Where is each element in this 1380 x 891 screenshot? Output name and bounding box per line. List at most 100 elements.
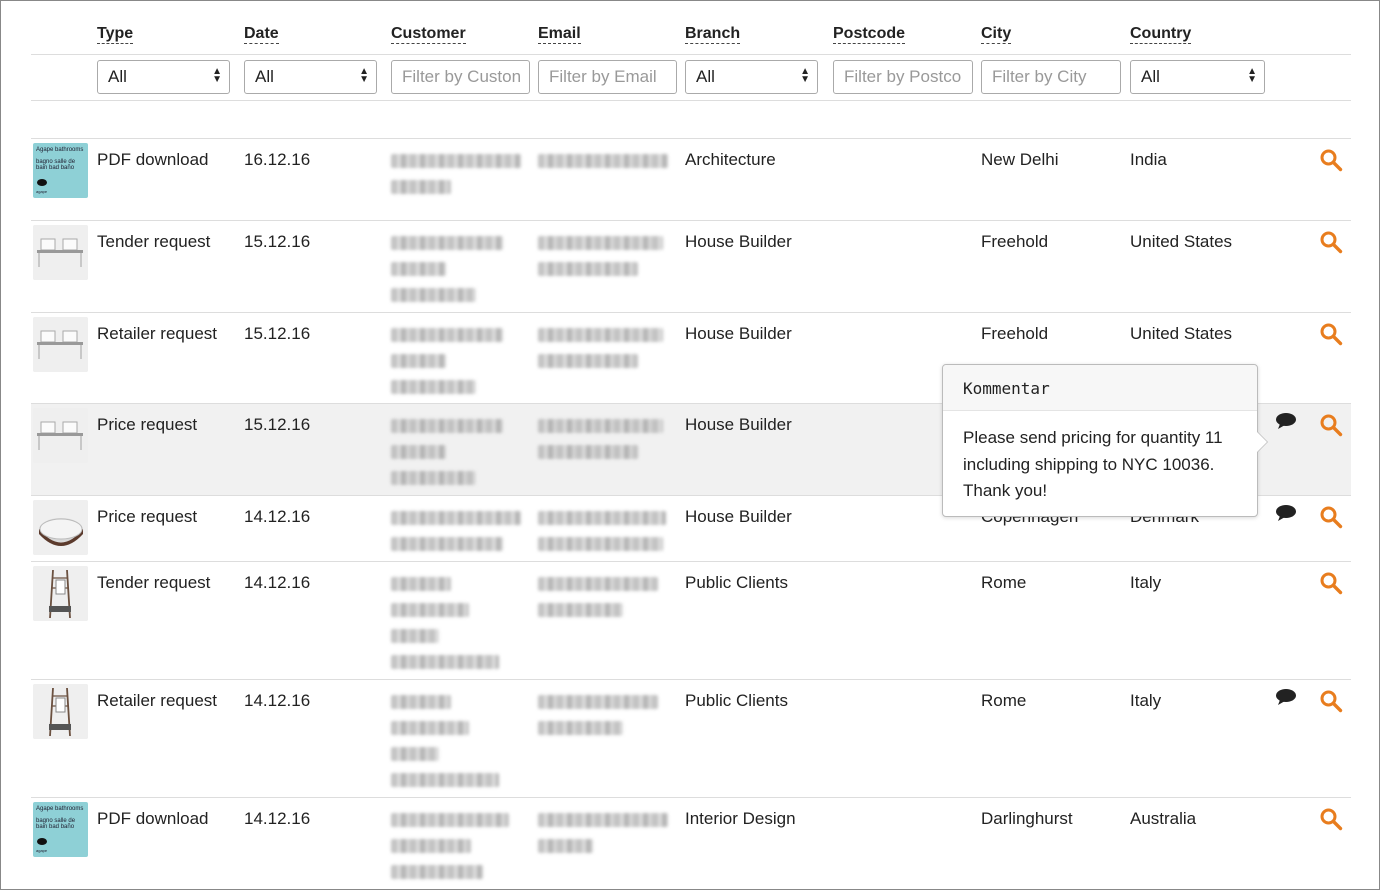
select-arrows-icon: ▲ ▼: [1247, 66, 1257, 85]
row-date: 15.12.16: [244, 415, 311, 434]
tooltip-line: including shipping to NYC 10036.: [963, 454, 1215, 474]
row-country: India: [1130, 150, 1167, 169]
row-email-redacted: [538, 149, 668, 180]
search-icon[interactable]: [1319, 571, 1343, 595]
ladder-thumbnail[interactable]: [33, 684, 88, 739]
row-country: Australia: [1130, 809, 1197, 828]
row-email-redacted: [538, 506, 668, 563]
row-customer-redacted: [391, 231, 521, 314]
row-customer-redacted: [391, 414, 521, 497]
row-type: Tender request: [97, 573, 211, 592]
tooltip-body: Please send pricing for quantity 11 incl…: [943, 411, 1257, 519]
row-branch: House Builder: [685, 232, 792, 251]
select-arrows-icon: ▲ ▼: [212, 66, 222, 85]
search-icon[interactable]: [1319, 413, 1343, 437]
row-email-redacted: [538, 231, 668, 288]
brochure-logo: agape: [36, 189, 48, 194]
date-filter-value: All: [255, 67, 274, 86]
row-email-redacted: [538, 414, 668, 471]
customer-filter-input[interactable]: Filter by Custon: [391, 60, 530, 94]
row-city: Darlinghurst: [981, 809, 1073, 828]
search-icon[interactable]: [1319, 230, 1343, 254]
brochure-subtitle: bagno salle de bain bad baño: [36, 818, 76, 830]
row-type: PDF download: [97, 150, 209, 169]
column-header-date[interactable]: Date: [244, 25, 279, 44]
row-customer-redacted: [391, 690, 521, 799]
row-branch: House Builder: [685, 324, 792, 343]
column-header-postcode[interactable]: Postcode: [833, 25, 906, 44]
basin-thumbnail[interactable]: [33, 317, 88, 372]
search-icon[interactable]: [1319, 322, 1343, 346]
column-header-city[interactable]: City: [981, 25, 1012, 44]
brochure-title: Agape bathrooms: [36, 806, 84, 812]
table-row[interactable]: Agape bathrooms bagno salle de bain bad b…: [31, 139, 1351, 221]
row-type: Tender request: [97, 232, 211, 251]
country-filter-value: All: [1141, 67, 1160, 86]
brochure-thumbnail[interactable]: Agape bathrooms bagno salle de bain bad b…: [33, 802, 88, 857]
row-type: Price request: [97, 507, 198, 526]
select-arrows-icon: ▲ ▼: [359, 66, 369, 85]
comment-icon[interactable]: [1275, 688, 1297, 706]
row-branch: Interior Design: [685, 809, 796, 828]
table-row[interactable]: Tender request 15.12.16 House Builder Fr…: [31, 221, 1351, 313]
search-icon[interactable]: [1319, 505, 1343, 529]
row-branch: Public Clients: [685, 691, 788, 710]
column-header-branch[interactable]: Branch: [685, 25, 741, 44]
row-date: 14.12.16: [244, 507, 311, 526]
basin-thumbnail[interactable]: [33, 408, 88, 463]
row-customer-redacted: [391, 323, 521, 406]
country-filter-select[interactable]: All ▲ ▼: [1130, 60, 1265, 94]
row-type: Retailer request: [97, 691, 218, 710]
brochure-logo: agape: [36, 848, 48, 853]
row-customer-redacted: [391, 506, 521, 563]
row-date: 15.12.16: [244, 232, 311, 251]
select-arrows-icon: ▲ ▼: [800, 66, 810, 85]
row-type: Retailer request: [97, 324, 218, 343]
search-icon[interactable]: [1319, 689, 1343, 713]
table-row[interactable]: Tender request 14.12.16 Public Clients R…: [31, 562, 1351, 680]
comment-tooltip: Kommentar Please send pricing for quanti…: [942, 364, 1268, 519]
row-date: 14.12.16: [244, 573, 311, 592]
ladder-thumbnail[interactable]: [33, 566, 88, 621]
tooltip-line: Thank you!: [963, 481, 1048, 500]
row-customer-redacted: [391, 572, 521, 681]
row-type: Price request: [97, 415, 198, 434]
comment-icon[interactable]: [1275, 504, 1297, 522]
column-header-customer[interactable]: Customer: [391, 25, 466, 44]
row-city: Rome: [981, 691, 1027, 710]
branch-filter-select[interactable]: All ▲ ▼: [685, 60, 818, 94]
row-city: Rome: [981, 573, 1027, 592]
row-city: Freehold: [981, 324, 1049, 343]
row-country: Italy: [1130, 691, 1162, 710]
tooltip-line: Please send pricing for quantity 11: [963, 428, 1223, 447]
row-type: PDF download: [97, 809, 209, 828]
bathtub-thumbnail[interactable]: [33, 500, 88, 555]
row-country: United States: [1130, 324, 1233, 343]
row-country: United States: [1130, 232, 1233, 251]
row-email-redacted: [538, 323, 668, 380]
table-row[interactable]: Retailer request 14.12.16 Public Clients…: [31, 680, 1351, 798]
row-email-redacted: [538, 808, 668, 865]
row-customer-redacted: [391, 808, 521, 891]
city-filter-input[interactable]: Filter by City: [981, 60, 1121, 94]
type-filter-select[interactable]: All ▲ ▼: [97, 60, 230, 94]
email-filter-input[interactable]: Filter by Email: [538, 60, 677, 94]
comment-icon[interactable]: [1275, 412, 1297, 430]
brochure-title: Agape bathrooms: [36, 147, 84, 153]
row-branch: Public Clients: [685, 573, 788, 592]
column-header-email[interactable]: Email: [538, 25, 581, 44]
search-icon[interactable]: [1319, 807, 1343, 831]
basin-thumbnail[interactable]: [33, 225, 88, 280]
search-icon[interactable]: [1319, 148, 1343, 172]
column-header-country[interactable]: Country: [1130, 25, 1192, 44]
row-email-redacted: [538, 690, 668, 747]
row-country: Italy: [1130, 573, 1162, 592]
column-header-type[interactable]: Type: [97, 25, 134, 44]
brochure-thumbnail[interactable]: Agape bathrooms bagno salle de bain bad b…: [33, 143, 88, 198]
row-customer-redacted: [391, 149, 521, 206]
date-filter-select[interactable]: All ▲ ▼: [244, 60, 377, 94]
table-row[interactable]: Agape bathrooms bagno salle de bain bad b…: [31, 798, 1351, 888]
row-branch: House Builder: [685, 415, 792, 434]
table-header: Type Date Customer Email Branch Postcode…: [31, 23, 1351, 55]
postcode-filter-input[interactable]: Filter by Postco: [833, 60, 973, 94]
